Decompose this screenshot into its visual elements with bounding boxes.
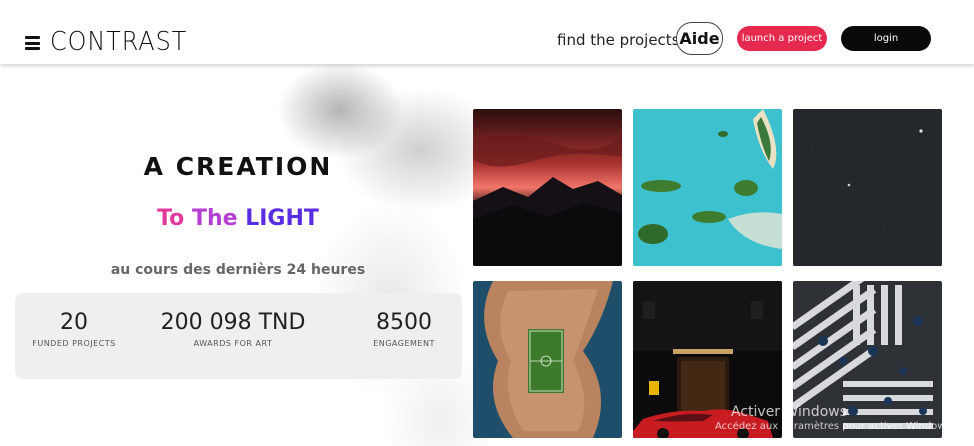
gallery-image-dark-ocean[interactable] [793,109,942,266]
subtitle-word-light: LIGHT [245,206,319,231]
launch-project-button[interactable]: launch a project [737,26,827,51]
stat-label: AWARDS FOR ART [193,339,273,348]
stat-label: FUNDED PROJECTS [32,339,116,348]
stat-label: ENGAGEMENT [373,339,435,348]
stat-engagement: 8500 ENGAGEMENT [360,309,448,348]
find-projects-link[interactable]: find the projects [557,30,680,50]
brand-logo[interactable]: CONTRAST [50,26,187,58]
hero-title: A CREATION [143,152,333,181]
hero-caption: au cours des dernièrs 24 heures [110,262,366,278]
stat-funded-projects: 20 FUNDED PROJECTS [29,309,119,348]
gallery-image-red-car-hotel[interactable] [633,281,782,438]
stat-value: 20 [60,310,88,335]
top-navbar: CONTRAST find the projects Aide launch a… [0,0,974,64]
stat-value: 8500 [376,310,432,335]
stat-awards: 200 098 TND AWARDS FOR ART [153,309,313,348]
stats-panel: 20 FUNDED PROJECTS 200 098 TND AWARDS FO… [15,293,462,379]
gallery-image-sunset-mountains[interactable] [473,109,622,266]
login-button[interactable]: login [841,26,931,51]
gallery-image-turquoise-islands[interactable] [633,109,782,266]
aide-button[interactable]: Aide [676,22,723,55]
gallery-image-crosswalk-umbrellas[interactable] [793,281,942,438]
hamburger-menu-icon[interactable] [25,36,40,50]
gallery-image-island-football-field[interactable] [473,281,622,438]
smoke-background-image [190,40,520,446]
subtitle-word-the: The [191,206,238,231]
hero-subtitle: To The LIGHT [0,206,476,231]
stat-value: 200 098 TND [160,310,306,335]
subtitle-word-to: To [157,206,185,231]
